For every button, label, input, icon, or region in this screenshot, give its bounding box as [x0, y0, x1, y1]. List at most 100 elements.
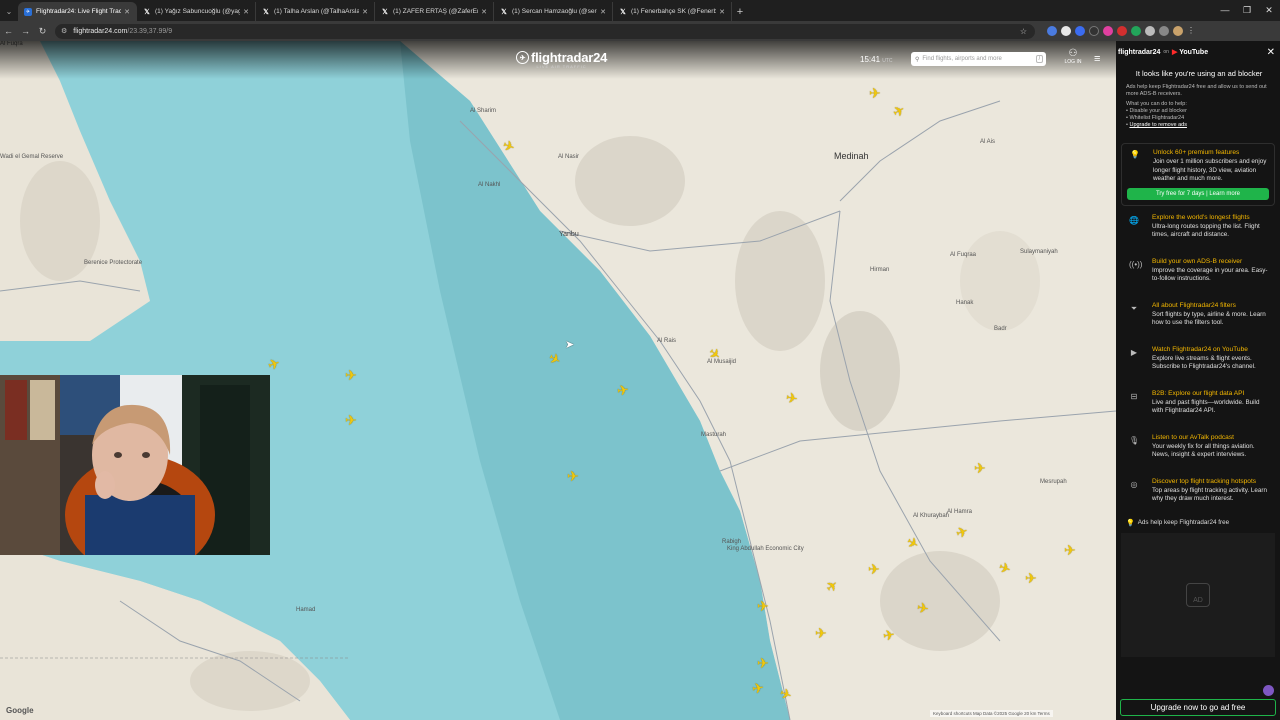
- back-icon[interactable]: ←: [0, 21, 17, 41]
- close-window-icon[interactable]: ✕: [1258, 0, 1280, 20]
- feature-link[interactable]: ⏷ All about Flightradar24 filters Sort fli…: [1121, 298, 1275, 342]
- map-place-label: Hanak: [956, 300, 974, 306]
- reload-icon[interactable]: ↻: [34, 21, 51, 41]
- browser-tab[interactable]: ✈ Flightradar24: Live Flight Tracker✕: [18, 2, 137, 21]
- feature-link[interactable]: ◎ Discover top flight tracking hotspots To…: [1121, 474, 1275, 518]
- fr24-logo-icon: ✈: [516, 51, 529, 64]
- url-path: /23.39,37.99/9: [127, 27, 173, 35]
- map-place-label: Wadi el Gemal Reserve: [0, 154, 64, 160]
- tab-close-icon[interactable]: ✕: [481, 8, 487, 16]
- clock-time: 15:41: [860, 55, 881, 64]
- youtube-icon: ▶: [1130, 347, 1138, 357]
- extension-icon[interactable]: [1117, 26, 1127, 36]
- aircraft-icon[interactable]: ✈: [616, 381, 630, 399]
- feature-link[interactable]: 🌐 Explore the world's longest flights Ultr…: [1121, 210, 1275, 254]
- login-button[interactable]: ⚇ LOG IN: [1062, 48, 1084, 66]
- extension-icon[interactable]: [1145, 26, 1155, 36]
- tab-title: Flightradar24: Live Flight Tracker: [36, 8, 121, 15]
- feature-link[interactable]: ((•)) Build your own ADS-B receiver Improv…: [1121, 254, 1275, 298]
- antenna-icon: ((•)): [1129, 259, 1143, 269]
- aircraft-icon[interactable]: ✈: [916, 599, 930, 617]
- premium-title: Unlock 60+ premium features: [1153, 149, 1240, 156]
- aircraft-icon[interactable]: ✈: [815, 626, 827, 640]
- api-icon: ⊟: [1130, 391, 1138, 401]
- browser-toolbar: ← → ↻ ⚙ flightradar24.com /23.39,37.99/9…: [0, 21, 1280, 41]
- ads-line-text: Ads help keep Flightradar24 free: [1137, 519, 1230, 526]
- tab-search-icon[interactable]: ⌄: [0, 2, 18, 21]
- extension-icon[interactable]: [1131, 26, 1141, 36]
- tab-close-icon[interactable]: ✕: [243, 8, 249, 16]
- aircraft-icon[interactable]: ✈: [869, 86, 881, 100]
- feature-title: All about Flightradar24 filters: [1152, 301, 1236, 309]
- aircraft-icon[interactable]: ✈: [1064, 543, 1076, 557]
- extension-icon[interactable]: [1103, 26, 1113, 36]
- adblock-title: It looks like you're using an ad blocker: [1135, 69, 1263, 78]
- aircraft-icon[interactable]: ✈: [785, 389, 799, 407]
- tab-close-icon[interactable]: ✕: [124, 8, 130, 16]
- feature-title: Watch Flightradar24 on YouTube: [1152, 345, 1248, 353]
- extension-icon[interactable]: [1089, 26, 1099, 36]
- map-place-label: Badr: [994, 326, 1007, 332]
- bookmark-star-icon[interactable]: ☆: [1020, 27, 1027, 36]
- flight-search-input[interactable]: ⚲ Find flights, airports and more /: [911, 52, 1046, 66]
- filter-icon: ⏷: [1130, 303, 1138, 313]
- feature-desc: Live and past flights—worldwide. Build w…: [1152, 398, 1260, 415]
- hotspot-icon: ◎: [1130, 479, 1138, 489]
- map-place-label: Al Hamra: [947, 509, 973, 515]
- upgrade-ad-free-button[interactable]: Upgrade now to go ad free: [1120, 699, 1276, 716]
- address-bar[interactable]: ⚙ flightradar24.com /23.39,37.99/9 ☆: [55, 23, 1035, 39]
- map-viewport[interactable]: Medinah Yanbu Al Sharim Al Nasir Al Nakhl Al …: [0, 41, 1116, 720]
- aircraft-icon[interactable]: ✈: [1025, 571, 1037, 585]
- extension-icon[interactable]: [1061, 26, 1071, 36]
- aircraft-icon[interactable]: ✈: [882, 626, 896, 644]
- aircraft-icon[interactable]: ✈: [345, 368, 357, 382]
- forward-icon[interactable]: →: [17, 21, 34, 41]
- extension-icon[interactable]: [1047, 26, 1057, 36]
- x-icon: 𝕏: [620, 8, 626, 16]
- profile-avatar[interactable]: [1173, 26, 1183, 36]
- tab-close-icon[interactable]: ✕: [362, 8, 368, 16]
- browser-tab[interactable]: 𝕏 (1) Talha Arslan (@TalhaArslan_...✕: [256, 2, 375, 21]
- aircraft-icon[interactable]: ✈: [757, 656, 769, 670]
- extension-icon[interactable]: [1159, 26, 1169, 36]
- user-icon: ⚇: [1068, 48, 1078, 59]
- hamburger-menu-icon[interactable]: ≡: [1094, 53, 1100, 65]
- aircraft-icon[interactable]: ✈: [751, 679, 765, 697]
- site-info-icon[interactable]: ⚙: [61, 27, 67, 35]
- browser-tab[interactable]: 𝕏 (1) Fenerbahçe SK (@Fenerbah...✕: [613, 2, 732, 21]
- feature-desc: Your weekly fix for all things aviation.…: [1152, 442, 1255, 459]
- aircraft-icon[interactable]: ✈: [868, 562, 880, 576]
- minimize-icon[interactable]: —: [1214, 0, 1236, 20]
- aircraft-icon[interactable]: ✈: [974, 461, 986, 475]
- browser-tab[interactable]: 𝕏 (1) Yağız Sabuncuoğlu (@yagız...✕: [137, 2, 256, 21]
- fr24-logo[interactable]: ✈ flightradar24 LIVE AIR TRAFFIC: [516, 50, 607, 69]
- new-tab-button[interactable]: +: [732, 2, 748, 21]
- close-panel-icon[interactable]: ✕: [1267, 47, 1275, 58]
- adblock-text: Ads help keep Flightradar24 free and all…: [1126, 84, 1267, 97]
- x-icon: 𝕏: [144, 8, 150, 16]
- upgrade-remove-ads-link[interactable]: Upgrade to remove ads: [1129, 122, 1186, 128]
- browser-tab[interactable]: 𝕏 (1) ZAFER ERTAŞ (@ZaferErtas_...✕: [375, 2, 494, 21]
- maximize-icon[interactable]: ❐: [1236, 0, 1258, 20]
- aircraft-icon[interactable]: ✈: [567, 469, 579, 483]
- aircraft-icon[interactable]: ✈: [345, 413, 357, 427]
- map-place-label: Al Nakhl: [478, 182, 501, 188]
- tab-close-icon[interactable]: ✕: [600, 8, 606, 16]
- aircraft-icon[interactable]: ✈: [757, 599, 769, 613]
- browser-tab[interactable]: 𝕏 (1) Sercan Hamzaoğlu (@sercan...✕: [494, 2, 613, 21]
- feature-link[interactable]: ▶ Watch Flightradar24 on YouTube Explore l…: [1121, 342, 1275, 386]
- feature-desc: Sort flights by type, airline & more. Le…: [1152, 310, 1266, 327]
- map-place-label: Al Rais: [657, 338, 677, 344]
- map-attribution[interactable]: Keyboard shortcuts Map Data ©2025 Google…: [930, 710, 1053, 717]
- try-free-button[interactable]: Try free for 7 days | Learn more: [1127, 187, 1269, 200]
- extension-icon[interactable]: [1075, 26, 1085, 36]
- tab-close-icon[interactable]: ✕: [719, 8, 725, 16]
- feature-link[interactable]: ⊟ B2B: Explore our flight data API Live an…: [1121, 386, 1275, 430]
- webcam-overlay: [0, 375, 270, 555]
- browser-menu-icon[interactable]: ⋮: [1187, 26, 1195, 36]
- feature-link[interactable]: 🎙 Listen to our AvTalk podcast Your weekly…: [1121, 430, 1275, 474]
- mouse-cursor-icon: ➤: [565, 339, 575, 351]
- map-place-label: Hirman: [870, 267, 890, 273]
- map-place-label: Al Ais: [980, 139, 996, 145]
- assistant-bubble-icon[interactable]: [1263, 685, 1274, 696]
